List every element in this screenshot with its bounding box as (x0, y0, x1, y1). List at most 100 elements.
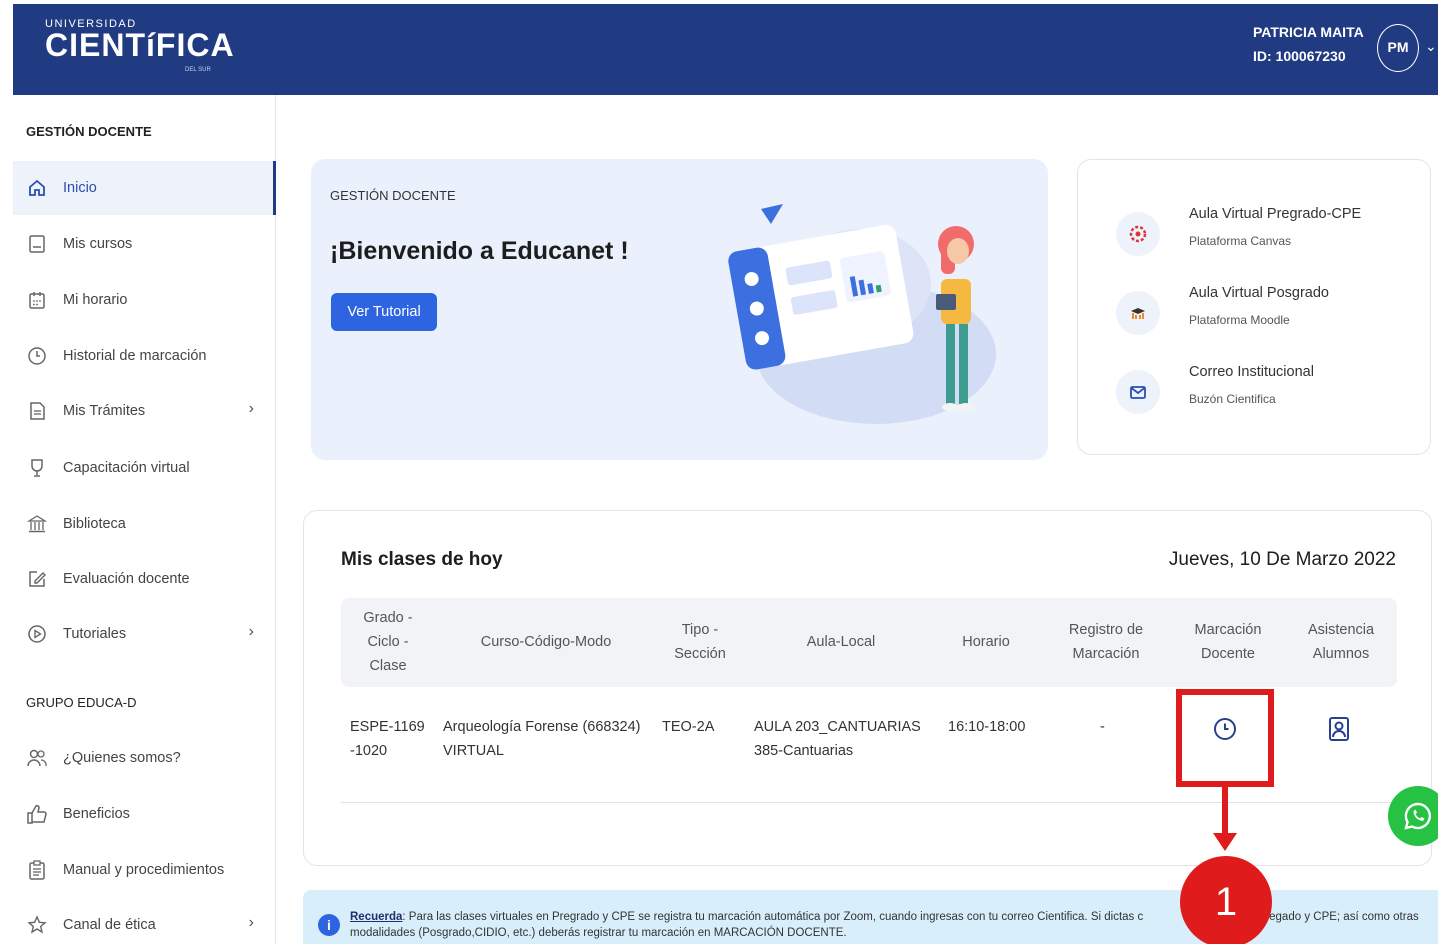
classes-card: Mis clases de hoy Jueves, 10 De Marzo 20… (303, 510, 1432, 866)
play-icon (26, 624, 48, 644)
notice-text-1: : Para las clases virtuales en Pregrado … (402, 911, 1144, 923)
sidebar-item-quienes-somos[interactable]: ¿Quienes somos? (13, 731, 276, 785)
clipboard-icon (26, 860, 48, 880)
th-tipo-line1: Tipo - (681, 622, 719, 638)
row-divider (341, 802, 1397, 803)
highlight-box (1176, 689, 1274, 787)
link-aula-posgrado[interactable]: Aula Virtual Posgrado Plataforma Moodle (1116, 285, 1416, 345)
chevron-right-icon[interactable]: › (249, 400, 254, 418)
moodle-icon (1116, 291, 1160, 335)
welcome-title: ¡Bienvenido a Educanet ! (330, 237, 629, 265)
th-tipo: Tipo - Sección (661, 618, 739, 666)
sidebar-item-biblioteca[interactable]: Biblioteca (13, 497, 276, 551)
th-marcacion-line1: Marcación (1194, 622, 1262, 638)
logo-sub-text: DEL SUR (185, 67, 211, 73)
university-logo[interactable]: UNIVERSIDAD CIENTíFICA DEL SUR (45, 18, 235, 73)
sidebar-item-label: Beneficios (63, 806, 130, 822)
welcome-eyebrow: GESTIÓN DOCENTE (330, 188, 456, 203)
user-name: PATRICIA MAITA (1253, 24, 1364, 40)
link-title: Aula Virtual Pregrado-CPE (1189, 206, 1362, 222)
th-grado-line1: Grado - (363, 610, 413, 626)
sidebar-item-inicio[interactable]: Inicio (13, 161, 276, 215)
edit-icon (26, 569, 48, 589)
sidebar-item-capacitacion[interactable]: Capacitación virtual (13, 441, 276, 495)
sidebar-item-label: Tutoriales (63, 626, 127, 642)
td-horario: 16:10-18:00 (948, 719, 1026, 735)
td-aula: AULA 203_CANTUARIAS 385-Cantuarias (754, 715, 921, 763)
sidebar-item-label: Evaluación docente (63, 571, 190, 587)
sidebar-item-label: Mis Trámites (63, 403, 146, 419)
document-icon (26, 401, 48, 421)
star-icon (26, 915, 48, 935)
sidebar-item-label: Mi horario (63, 292, 128, 308)
contact-card-icon (1329, 717, 1349, 741)
callout-arrow-head (1213, 833, 1237, 851)
sidebar-item-label: Canal de ética (63, 917, 156, 933)
notice-strong: Recuerda (350, 911, 403, 923)
sidebar-item-label: Biblioteca (63, 516, 126, 532)
quick-links-card: Aula Virtual Pregrado-CPE Plataforma Can… (1077, 159, 1431, 455)
clock-icon (26, 346, 48, 366)
th-registro-line2: Marcación (1072, 646, 1140, 662)
home-icon (26, 178, 48, 198)
th-registro: Registro de Marcación (1056, 618, 1156, 666)
th-marcacion-line2: Docente (1200, 646, 1255, 662)
td-grado: ESPE-1169 -1020 (350, 715, 425, 763)
link-subtitle: Plataforma Moodle (1189, 313, 1290, 327)
user-id: ID: 100067230 (1253, 48, 1346, 64)
sidebar-item-label: Manual y procedimientos (63, 862, 225, 878)
tutorial-button[interactable]: Ver Tutorial (331, 293, 437, 331)
chevron-right-icon[interactable]: › (249, 914, 254, 932)
link-title: Correo Institucional (1189, 364, 1314, 380)
sidebar-item-evaluacion[interactable]: Evaluación docente (13, 552, 276, 606)
sidebar-item-mis-cursos[interactable]: Mis cursos (13, 217, 276, 271)
link-subtitle: Buzón Cientifica (1189, 392, 1276, 406)
th-marcacion: Marcación Docente (1183, 618, 1273, 666)
sidebar-item-beneficios[interactable]: Beneficios (13, 787, 276, 841)
avatar[interactable]: PM (1377, 24, 1419, 72)
asistencia-alumnos-button[interactable] (1323, 713, 1355, 745)
chevron-down-icon[interactable]: ⌄ (1425, 38, 1437, 55)
th-curso: Curso-Código-Modo (480, 634, 612, 650)
td-curso: Arqueología Forense (668324) VIRTUAL (443, 715, 641, 763)
sidebar-item-label: Mis cursos (63, 236, 133, 252)
th-tipo-line2: Sección (674, 646, 726, 662)
callout-number-badge: 1 (1180, 856, 1272, 944)
th-asistencia-line2: Alumnos (1312, 646, 1370, 662)
th-horario: Horario (962, 634, 1010, 650)
sidebar-item-mis-tramites[interactable]: Mis Trámites › (13, 384, 276, 438)
link-correo[interactable]: Correo Institucional Buzón Cientifica (1116, 364, 1416, 424)
classes-title: Mis clases de hoy (341, 549, 503, 570)
th-registro-line1: Registro de (1068, 622, 1144, 638)
sidebar-item-manual[interactable]: Manual y procedimientos (13, 843, 276, 897)
link-title: Aula Virtual Posgrado (1189, 285, 1329, 301)
td-curso-line2: VIRTUAL (443, 743, 504, 759)
sidebar-item-tutoriales[interactable]: Tutoriales › (13, 607, 276, 661)
td-grado-line1: ESPE-1169 (350, 719, 425, 735)
td-aula-line1: AULA 203_CANTUARIAS (754, 719, 921, 735)
trophy-icon (26, 458, 48, 478)
sidebar-item-label: Inicio (63, 180, 97, 196)
welcome-illustration (728, 204, 996, 424)
users-icon (26, 748, 48, 768)
mail-icon (1116, 370, 1160, 414)
td-registro: - (1100, 719, 1105, 735)
canvas-icon (1116, 212, 1160, 256)
sidebar-item-mi-horario[interactable]: Mi horario (13, 273, 276, 327)
chevron-right-icon[interactable]: › (249, 623, 254, 641)
td-curso-line1: Arqueología Forense (668324) (443, 719, 641, 735)
link-aula-pregrado[interactable]: Aula Virtual Pregrado-CPE Plataforma Can… (1116, 206, 1416, 266)
sidebar-item-historial[interactable]: Historial de marcación (13, 329, 276, 383)
td-grado-line2: -1020 (350, 743, 388, 759)
calendar-icon (26, 290, 48, 310)
library-icon (26, 514, 48, 534)
th-asistencia: Asistencia Alumnos (1296, 618, 1386, 666)
sidebar-item-label: Capacitación virtual (63, 460, 190, 476)
sidebar-section-gestion: GESTIÓN DOCENTE (26, 124, 152, 139)
whatsapp-icon (1404, 802, 1431, 830)
top-header: UNIVERSIDAD CIENTíFICA DEL SUR PATRICIA … (13, 4, 1438, 95)
sidebar-section-grupo: GRUPO EDUCA-D (26, 695, 137, 710)
sidebar-item-label: Historial de marcación (63, 348, 207, 364)
sidebar: GESTIÓN DOCENTE Inicio Mis cursos Mi hor… (13, 95, 276, 944)
sidebar-item-canal-etica[interactable]: Canal de ética › (13, 898, 276, 944)
